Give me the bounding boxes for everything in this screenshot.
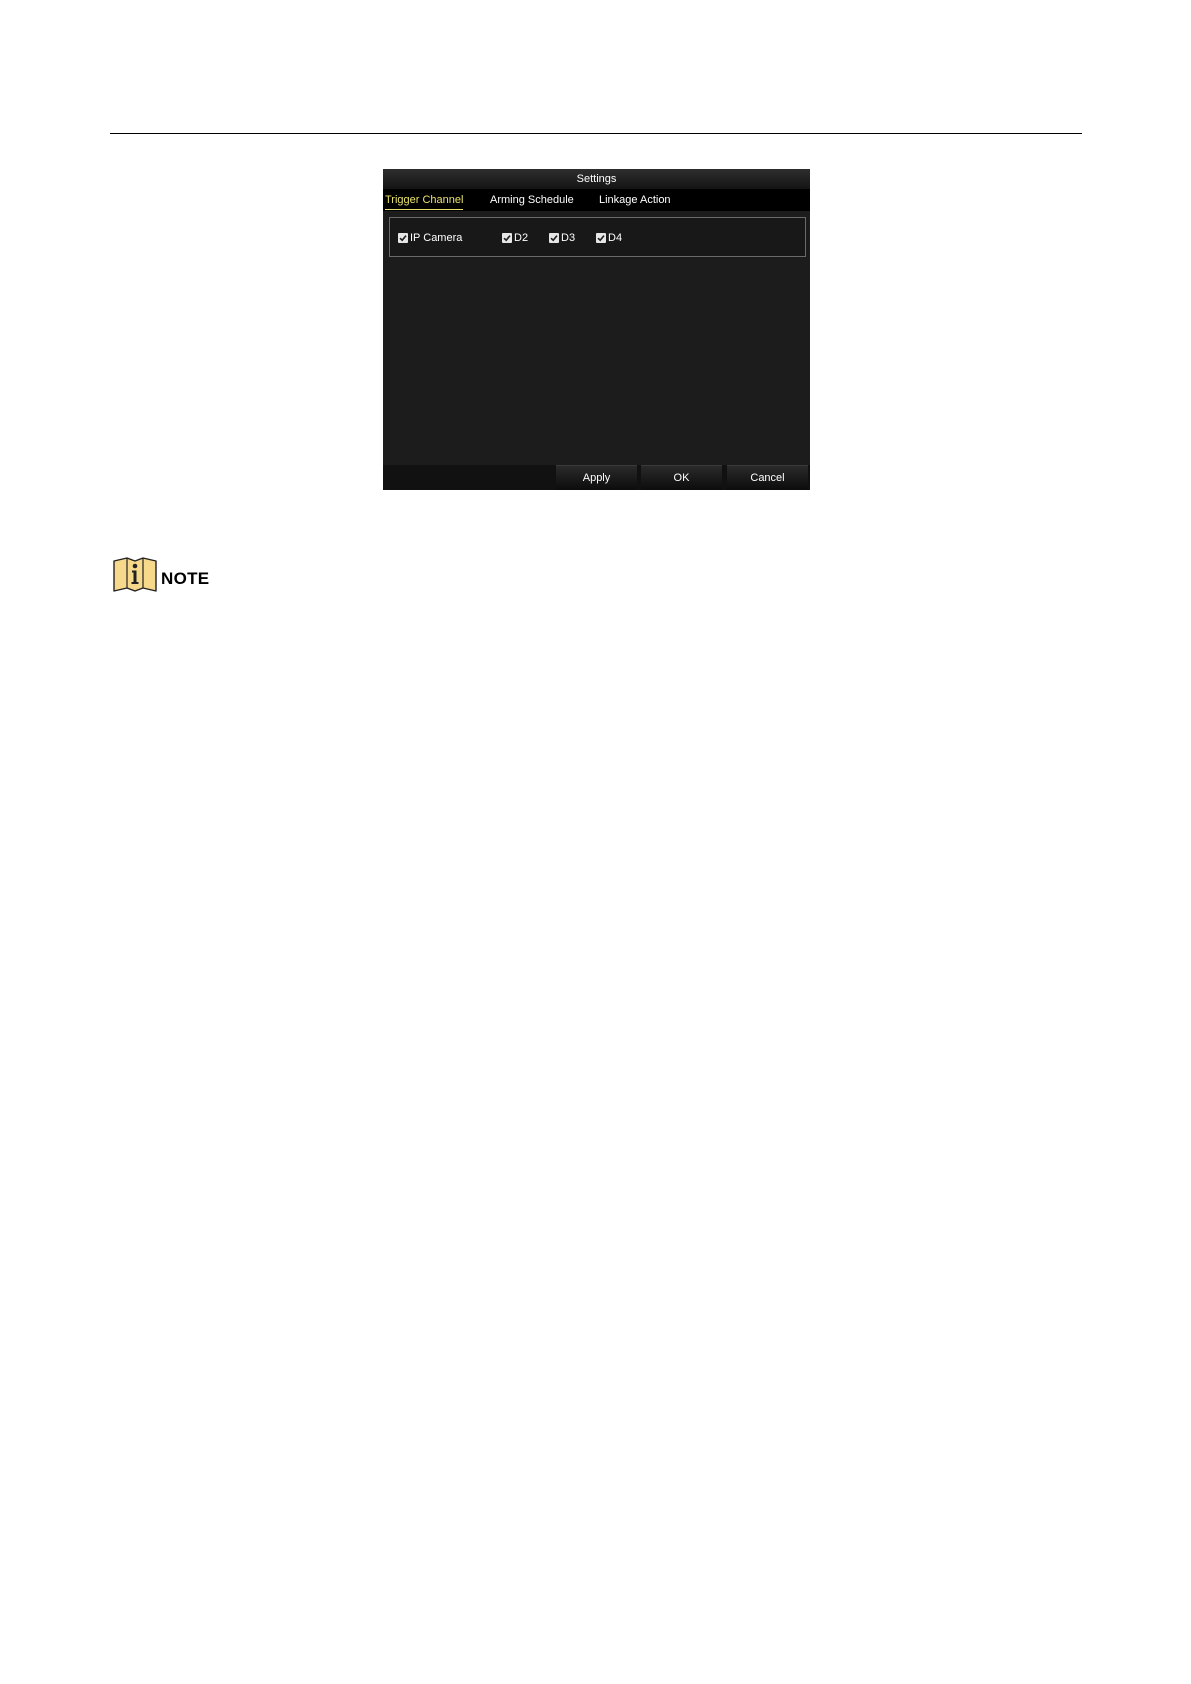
cancel-button[interactable]: Cancel	[727, 465, 808, 490]
checkbox-label: IP Camera	[410, 232, 463, 244]
checkbox-checked-icon[interactable]	[502, 233, 512, 243]
checkbox-d4[interactable]: D4	[596, 231, 622, 245]
dialog-title: Settings	[383, 169, 810, 189]
dialog-footer: Apply OK Cancel	[383, 465, 810, 490]
checkbox-checked-icon[interactable]	[398, 233, 408, 243]
checkbox-d2[interactable]: D2	[502, 231, 528, 245]
tab-linkage-action[interactable]: Linkage Action	[599, 191, 671, 209]
apply-button[interactable]: Apply	[556, 465, 637, 490]
tabs-bar: Trigger Channel Arming Schedule Linkage …	[383, 189, 810, 211]
ok-button[interactable]: OK	[641, 465, 722, 490]
settings-dialog: Settings Trigger Channel Arming Schedule…	[383, 169, 810, 490]
header-rule	[110, 133, 1082, 134]
checkbox-label: D3	[561, 232, 576, 244]
checkbox-d3[interactable]: D3	[549, 231, 575, 245]
note-badge: NOTE	[113, 557, 213, 593]
trigger-channel-box: IP Camera D2 D3 D4	[389, 217, 806, 257]
checkbox-label: D2	[514, 232, 529, 244]
info-book-icon	[113, 557, 157, 592]
checkbox-label: D4	[608, 232, 623, 244]
checkbox-ip-camera[interactable]: IP Camera	[398, 231, 462, 245]
checkbox-checked-icon[interactable]	[596, 233, 606, 243]
tab-trigger-channel[interactable]: Trigger Channel	[385, 191, 464, 210]
tab-arming-schedule[interactable]: Arming Schedule	[490, 191, 574, 209]
checkbox-checked-icon[interactable]	[549, 233, 559, 243]
note-label: NOTE	[161, 569, 210, 588]
dialog-body-area	[383, 265, 810, 465]
